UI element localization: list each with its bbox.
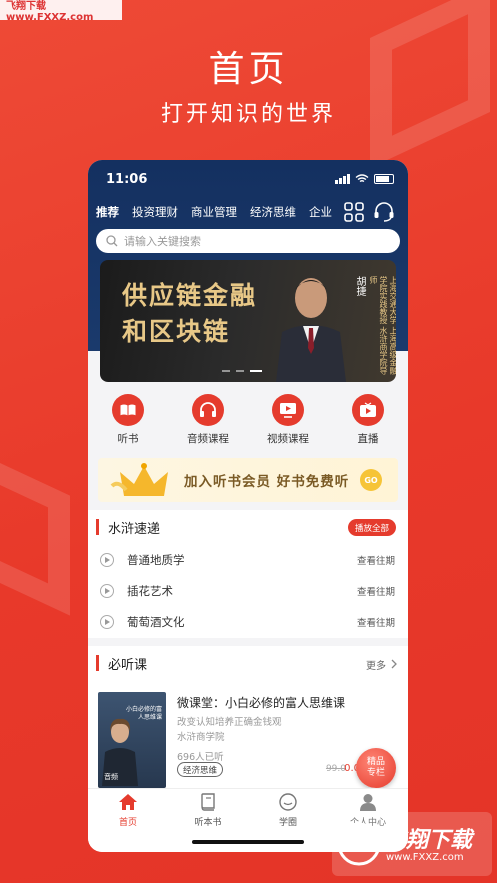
tab-label: 学圈	[278, 818, 297, 828]
course-organization: 水浒商学院	[177, 732, 225, 743]
speaker-title: 上海交通大学 上海高级金融学院实践教授 水浒商学院导师	[369, 276, 396, 375]
book-icon	[112, 394, 144, 426]
chevron-right-icon[interactable]	[390, 659, 398, 669]
course-cover: 小白必修的富人思维课 音频	[98, 692, 166, 788]
cover-text: 小白必修的富人思维课	[126, 706, 163, 721]
section-header: 水浒速递 播放全部	[88, 510, 408, 544]
monitor-icon	[272, 394, 304, 426]
signal-icon	[335, 174, 350, 184]
play-icon[interactable]	[100, 552, 114, 567]
play-all-button[interactable]: 播放全部	[347, 519, 396, 536]
vip-text: 加入听书会员 好书免费听	[184, 474, 350, 490]
vip-banner[interactable]: 加入听书会员 好书免费听 GO	[98, 458, 398, 502]
chat-icon	[279, 793, 297, 811]
more-link[interactable]: 更多	[366, 657, 386, 672]
section-marker	[96, 519, 99, 535]
tab-label: 首页	[118, 818, 137, 828]
quick-link-live[interactable]: 直播	[333, 394, 403, 448]
tab-enterprise[interactable]: 企业	[309, 204, 332, 220]
search-placeholder: 请输入关键搜索	[124, 235, 201, 248]
home-indicator	[192, 840, 304, 844]
audio-title: 葡萄酒文化	[127, 614, 185, 629]
badge-label: 精品专栏	[366, 757, 385, 778]
carousel-dots	[222, 370, 262, 372]
banner-title: 供应链金融 和区块链	[122, 281, 258, 346]
book-icon	[201, 793, 215, 811]
crown-icon	[110, 463, 168, 496]
wifi-icon	[355, 174, 369, 183]
category-tabs: 推荐 投资理财 商业管理 经济思维 企业	[96, 200, 400, 224]
promo-title: 首页	[208, 49, 289, 90]
headphones-icon	[192, 394, 224, 426]
original-price: 99.0	[325, 764, 346, 774]
vip-go-button[interactable]: GO	[360, 469, 382, 491]
shuihu-section: 水浒速递 播放全部 普通地质学 查看往期 插花艺术 查看往期 葡萄酒文化 查看往…	[88, 510, 408, 638]
section-header: 必听课 更多	[88, 646, 408, 680]
battery-icon	[374, 174, 394, 184]
tab-business[interactable]: 商业管理	[191, 204, 237, 220]
background-shape	[0, 444, 70, 616]
section-title: 水浒速递	[108, 521, 161, 537]
section-marker	[96, 655, 99, 671]
course-card[interactable]: 小白必修的富人思维课 音频 微课堂：小白必修的富人思维课 改变认知培养正确金钱观…	[98, 692, 398, 792]
tab-economics[interactable]: 经济思维	[250, 204, 296, 220]
search-icon	[106, 235, 118, 247]
watermark-bottom: 飞翔下载 www.FXXZ.com	[332, 812, 492, 876]
status-bar: 11:06	[106, 170, 394, 188]
section-title: 必听课	[108, 657, 148, 673]
tab-home[interactable]: 首页	[88, 789, 168, 852]
watermark-url: www.FXXZ.com	[386, 852, 464, 863]
watermark-top: 飞翔下载 www.FXXZ.com	[0, 0, 122, 23]
watermark-logo	[337, 822, 381, 866]
audio-title: 插花艺术	[127, 583, 173, 598]
headset-icon[interactable]	[372, 200, 396, 224]
play-icon	[352, 394, 384, 426]
tab-label: 听本书	[194, 818, 222, 828]
list-item[interactable]: 葡萄酒文化 查看往期	[88, 606, 408, 637]
play-icon[interactable]	[100, 614, 114, 629]
cover-tag: 音频	[104, 773, 118, 781]
listener-count: 696人已听	[177, 752, 224, 763]
quick-link-label: 音频课程	[187, 433, 229, 445]
play-icon[interactable]	[100, 583, 114, 598]
quick-link-audio-course[interactable]: 音频课程	[173, 394, 243, 448]
view-past-link[interactable]: 查看往期	[357, 553, 395, 567]
tab-recommend[interactable]: 推荐	[96, 204, 119, 220]
quick-link-label: 视频课程	[267, 433, 309, 445]
course-title: 微课堂：小白必修的富人思维课	[177, 696, 346, 710]
user-icon	[360, 794, 376, 811]
speaker-photo	[276, 278, 346, 382]
speaker-name: 胡捷	[354, 276, 365, 296]
tab-investment[interactable]: 投资理财	[132, 204, 178, 220]
phone-screen: 11:06 推荐 投资理财 商业管理 经济思维 企业 请输入关键搜索 供应链金融…	[88, 160, 408, 852]
status-time: 11:06	[106, 171, 148, 187]
list-item[interactable]: 插花艺术 查看往期	[88, 575, 408, 606]
quick-link-video-course[interactable]: 视频课程	[253, 394, 323, 448]
quick-link-audiobook[interactable]: 听书	[93, 394, 163, 448]
view-past-link[interactable]: 查看往期	[357, 615, 395, 629]
audio-title: 普通地质学	[127, 552, 185, 567]
quick-link-label: 直播	[357, 433, 379, 445]
grid-icon[interactable]	[342, 200, 366, 224]
quick-links: 听书 音频课程 视频课程 直播	[88, 394, 408, 448]
home-icon	[119, 794, 137, 810]
watermark-text: 飞翔下载	[384, 828, 473, 853]
search-input[interactable]: 请输入关键搜索	[96, 229, 400, 253]
list-item[interactable]: 普通地质学 查看往期	[88, 544, 408, 575]
quick-link-label: 听书	[117, 433, 139, 445]
course-description: 改变认知培养正确金钱观	[177, 717, 282, 728]
course-tag[interactable]: 经济思维	[177, 762, 224, 777]
promo-banner[interactable]: 供应链金融 和区块链 胡捷 上海交通大学 上海高级金融学院实践教授 水浒商学院导…	[100, 260, 396, 382]
view-past-link[interactable]: 查看往期	[357, 584, 395, 598]
premium-column-badge[interactable]: 精品专栏	[356, 748, 396, 788]
status-icons	[335, 174, 394, 184]
promo-subtitle: 打开知识的世界	[160, 102, 336, 127]
